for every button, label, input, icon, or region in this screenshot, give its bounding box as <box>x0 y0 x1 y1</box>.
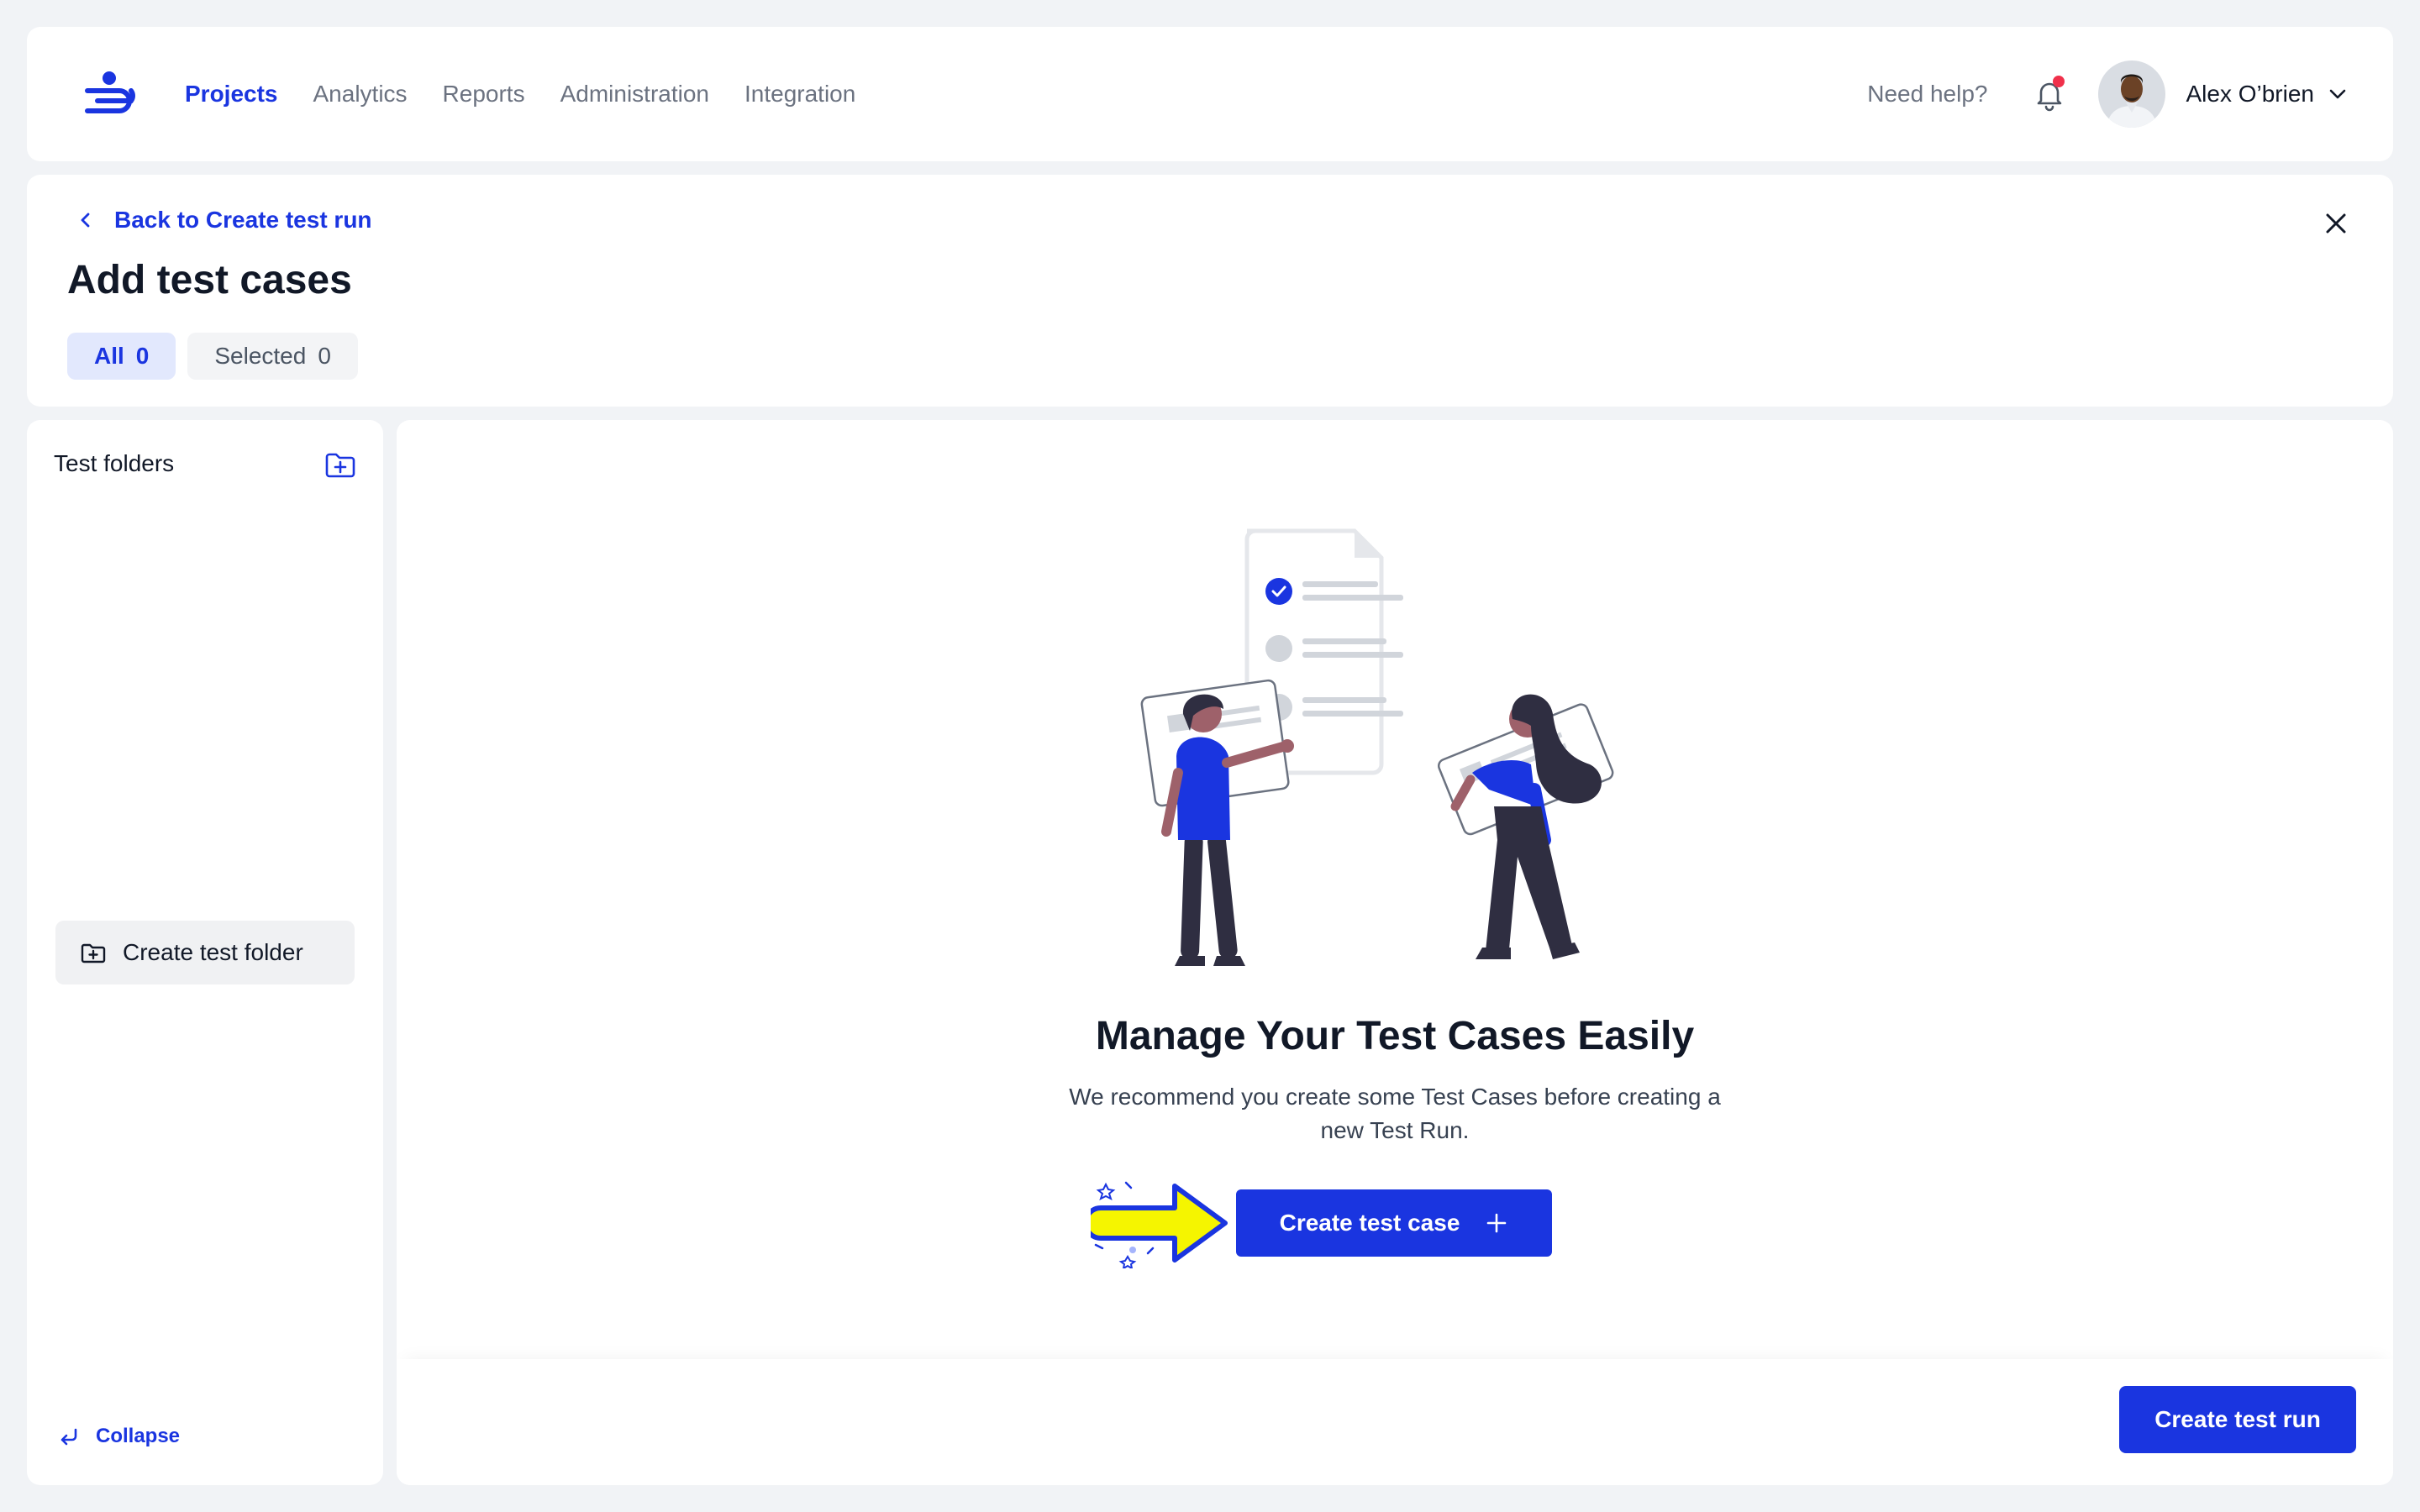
create-test-folder-button[interactable]: Create test folder <box>55 921 355 984</box>
chevron-left-icon <box>81 213 90 228</box>
user-area: Need help? Alex O’brien <box>1867 27 2349 161</box>
tab-selected-count: 0 <box>318 343 331 369</box>
create-test-folder-label: Create test folder <box>123 939 303 965</box>
tab-all-count: 0 <box>135 343 150 369</box>
help-link[interactable]: Need help? <box>1867 81 1987 108</box>
user-name[interactable]: Alex O’brien <box>2186 81 2314 108</box>
back-link[interactable]: Back to Create test run <box>74 207 372 234</box>
empty-state-title: Manage Your Test Cases Easily <box>1095 1014 1695 1058</box>
top-navigation-bar: Projects Analytics Reports Administratio… <box>27 27 2393 161</box>
tab-selected[interactable]: Selected 0 <box>187 333 358 380</box>
collapse-label: Collapse <box>96 1425 181 1447</box>
test-cases-panel: Manage Your Test Cases Easily We recomme… <box>397 420 2393 1485</box>
chevron-down-icon[interactable] <box>2326 82 2349 106</box>
page-title: Add test cases <box>67 258 352 302</box>
empty-state-description: We recommend you create some Test Cases … <box>1069 1084 1721 1143</box>
nav-item-administration[interactable]: Administration <box>560 81 709 108</box>
tab-all[interactable]: All 0 <box>67 333 176 380</box>
sidebar-title: Test folders <box>54 450 175 476</box>
main-nav: Projects Analytics Reports Administratio… <box>185 27 855 161</box>
create-test-run-button[interactable]: Create test run <box>2119 1386 2356 1453</box>
close-icon[interactable] <box>2317 205 2354 242</box>
create-test-case-label: Create test case <box>1279 1210 1460 1236</box>
filter-tabs: All 0 Selected 0 <box>67 333 358 380</box>
page-header: Back to Create test run Add test cases A… <box>27 175 2393 407</box>
test-folders-sidebar: Test folders Create test folder Collapse <box>27 420 383 1485</box>
back-link-label: Back to Create test run <box>114 207 372 233</box>
notifications-button[interactable] <box>2029 74 2070 114</box>
avatar[interactable] <box>2098 60 2166 128</box>
nav-item-projects[interactable]: Projects <box>185 81 278 108</box>
tab-selected-label: Selected <box>214 343 307 369</box>
tab-all-label: All <box>94 343 124 369</box>
create-test-case-button[interactable]: Create test case <box>1236 1189 1552 1257</box>
nav-item-integration[interactable]: Integration <box>744 81 855 108</box>
logo-icon[interactable] <box>81 71 138 118</box>
collapse-button[interactable]: Collapse <box>57 1425 180 1448</box>
add-folder-icon[interactable] <box>323 447 358 482</box>
empty-state-illustration <box>1140 528 1614 966</box>
return-arrow-icon <box>60 1428 77 1446</box>
nav-item-analytics[interactable]: Analytics <box>313 81 408 108</box>
plus-icon <box>1487 1213 1507 1233</box>
nav-item-reports[interactable]: Reports <box>443 81 525 108</box>
footer-action-bar: Create test run <box>397 1359 2393 1485</box>
highlight-arrow-icon <box>1091 1181 1228 1268</box>
folder-plus-icon <box>81 943 106 963</box>
